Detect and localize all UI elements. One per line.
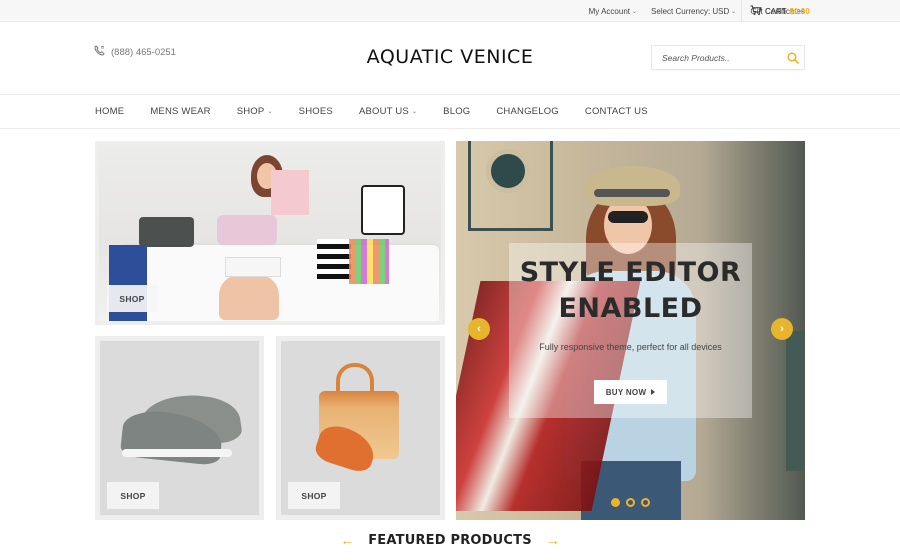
window-shape <box>486 149 530 193</box>
banner-shopping-woman[interactable]: SHOP <box>95 141 445 325</box>
shop-button-bags[interactable]: SHOP <box>288 482 340 509</box>
cart-icon <box>750 5 762 18</box>
arrow-right-icon: → <box>545 532 560 548</box>
nav-label: BLOG <box>443 106 471 117</box>
phone-number: (888) 465-0251 <box>111 46 176 58</box>
buy-now-button[interactable]: BUY NOW <box>594 380 667 404</box>
bag-shape <box>139 217 194 247</box>
slider-dot-1[interactable] <box>611 498 620 507</box>
phone-icon <box>94 45 105 59</box>
legs-shape <box>219 275 279 320</box>
bag-shape <box>271 170 309 215</box>
bag-shape <box>317 239 351 279</box>
slider-next-button[interactable]: › <box>771 318 793 340</box>
buy-now-label: BUY NOW <box>605 387 647 397</box>
chevron-down-icon: ⌄ <box>632 8 638 15</box>
hatband-shape <box>594 189 670 197</box>
chevron-right-icon: › <box>780 323 784 335</box>
nav-item-about-us[interactable]: ABOUT US ⌄ <box>359 106 417 117</box>
site-logo[interactable]: AQUATIC VENICE <box>300 46 600 68</box>
banner-mens-shoes[interactable]: SHOP <box>95 336 264 520</box>
hat-shape <box>584 166 680 206</box>
banner-image-shoes: SHOP <box>100 341 259 515</box>
nav-label: MENS WEAR <box>150 106 211 117</box>
banner-bag-flats[interactable]: SHOP <box>276 336 445 520</box>
my-account-label: My Account <box>588 6 630 16</box>
chevron-left-icon: ‹ <box>477 323 481 335</box>
hero-title-line1: STYLE EDITOR <box>519 257 742 288</box>
slider-pagination <box>611 498 650 507</box>
currency-label: Select Currency: USD <box>651 6 730 16</box>
top-bar: My Account ⌄ Select Currency: USD ⌄ Gift… <box>0 0 900 22</box>
nav-label: SHOP <box>236 106 265 117</box>
shop-button-shoes[interactable]: SHOP <box>107 482 159 509</box>
topbar-divider <box>741 0 742 22</box>
search-box <box>651 45 805 70</box>
bag-shape <box>217 215 277 245</box>
arrow-left-icon: ← <box>340 532 355 548</box>
slider-prev-button[interactable]: ‹ <box>468 318 490 340</box>
phone-contact: (888) 465-0251 <box>94 45 176 59</box>
sole-shape <box>122 449 232 457</box>
window-shape <box>786 331 804 471</box>
bag-shape <box>349 239 389 284</box>
nav-label: HOME <box>95 106 125 117</box>
search-icon[interactable] <box>782 47 804 69</box>
cart-amount: $0.00 <box>789 6 810 16</box>
nav-item-shoes[interactable]: SHOES <box>299 106 333 117</box>
caret-right-icon <box>651 389 656 395</box>
hero-title-line2: ENABLED <box>558 293 703 324</box>
shop-button-main[interactable]: SHOP <box>107 285 157 312</box>
chevron-down-icon: ⌄ <box>731 8 737 15</box>
nav-item-mens-wear[interactable]: MENS WEAR <box>150 106 210 117</box>
main-nav: HOME MENS WEAR SHOP ⌄ SHOES ABOUT US ⌄ BLO… <box>0 94 900 129</box>
sunglasses-shape <box>608 211 648 223</box>
bag-shape <box>361 185 405 235</box>
chevron-down-icon: ⌄ <box>267 109 273 115</box>
banner-image-bag: SHOP <box>281 341 440 515</box>
nav-label: CHANGELOG <box>496 106 559 117</box>
slider-dot-2[interactable] <box>626 498 635 507</box>
featured-title: FEATURED PRODUCTS <box>368 532 532 548</box>
nav-item-shop[interactable]: SHOP ⌄ <box>237 106 273 117</box>
slider-dot-3[interactable] <box>641 498 650 507</box>
featured-products-heading: ← FEATURED PRODUCTS → <box>0 532 900 548</box>
cart-label: CART <box>765 6 787 16</box>
hero-slider: STYLE EDITOR ENABLED Fully responsive th… <box>456 141 805 520</box>
nav-label: SHOES <box>298 106 333 117</box>
my-account-dropdown[interactable]: My Account ⌄ <box>589 7 637 16</box>
nav-label: CONTACT US <box>584 106 648 117</box>
hero-title: STYLE EDITOR ENABLED <box>509 255 752 327</box>
cart-button[interactable]: CART $0.00 <box>750 0 810 22</box>
bag-handle-shape <box>336 363 374 391</box>
nav-label: ABOUT US <box>358 106 409 117</box>
hero-subtitle: Fully responsive theme, perfect for all … <box>539 342 722 352</box>
nav-item-changelog[interactable]: CHANGELOG <box>496 106 559 117</box>
nav-item-home[interactable]: HOME <box>95 106 124 117</box>
nav-item-contact-us[interactable]: CONTACT US <box>585 106 648 117</box>
box-shape <box>225 257 281 277</box>
search-input[interactable] <box>652 52 782 63</box>
nav-item-blog[interactable]: BLOG <box>443 106 470 117</box>
chevron-down-icon: ⌄ <box>411 109 418 115</box>
currency-dropdown[interactable]: Select Currency: USD ⌄ <box>651 7 736 16</box>
